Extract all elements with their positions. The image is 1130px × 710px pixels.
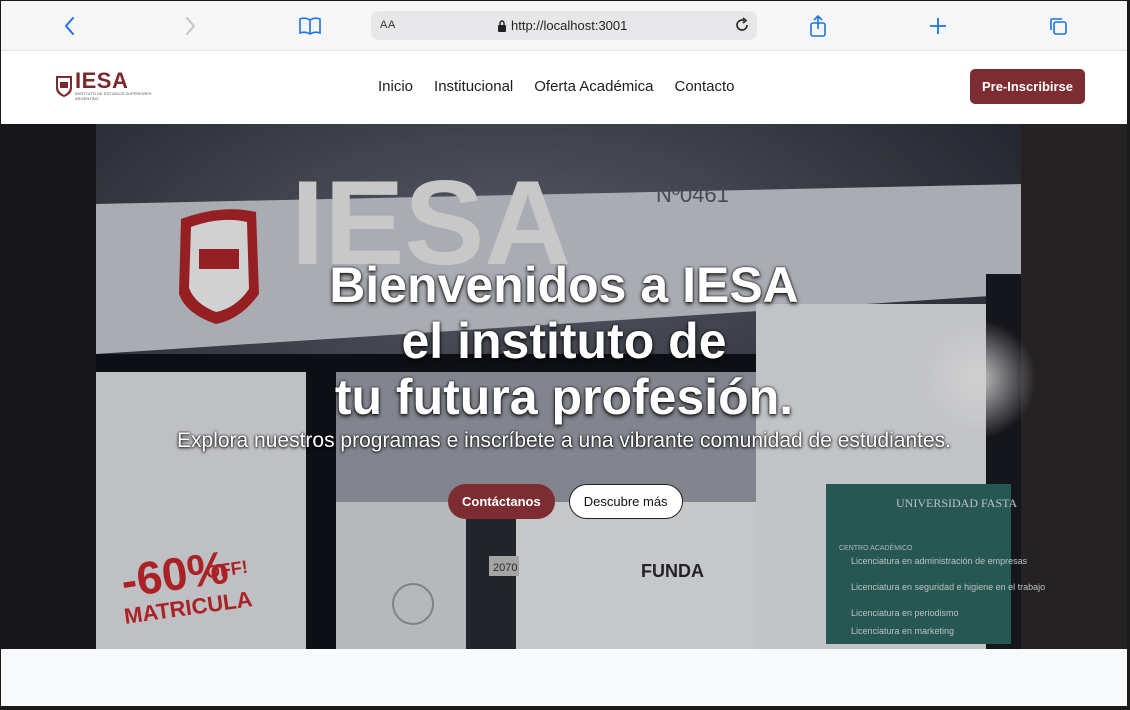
descubre-mas-button[interactable]: Descubre más: [568, 484, 683, 519]
share-icon[interactable]: [805, 13, 831, 39]
hero-section: IESA Nº0461 -60% OFF! MATRICULA 2070 FUN…: [1, 124, 1127, 649]
forward-icon[interactable]: [177, 13, 203, 39]
logo-name: IESA: [75, 68, 129, 93]
site-logo[interactable]: IESA INSTITUTO DE ESTUDIOS SUPERIORES AR…: [55, 68, 155, 101]
pre-inscribirse-button[interactable]: Pre-Inscribirse: [970, 69, 1085, 104]
logo-subtitle: INSTITUTO DE ESTUDIOS SUPERIORES ARGENTI…: [75, 91, 152, 101]
nav-contacto[interactable]: Contacto: [674, 78, 734, 95]
lock-icon: [498, 19, 506, 32]
reload-icon[interactable]: [731, 14, 753, 36]
nav-institucional[interactable]: Institucional: [434, 78, 513, 95]
reader-button[interactable]: AA: [380, 19, 396, 31]
book-icon[interactable]: [297, 13, 323, 39]
contactanos-button[interactable]: Contáctanos: [448, 484, 555, 519]
main-nav: Inicio Institucional Oferta Académica Co…: [378, 78, 735, 95]
url-display[interactable]: http://localhost:3001: [497, 18, 627, 33]
plus-icon[interactable]: [925, 13, 951, 39]
hero-title-line-1: Bienvenidos a IESA: [329, 257, 799, 313]
hero-subtitle: Explora nuestros programas e inscríbete …: [177, 429, 951, 452]
next-section: [1, 649, 1127, 706]
nav-oferta-academica[interactable]: Oferta Académica: [534, 78, 653, 95]
url-text: http://localhost:3001: [511, 18, 628, 33]
browser-toolbar: AA http://localhost:3001: [1, 1, 1127, 51]
hero-title-line-2: el instituto de: [401, 313, 727, 369]
address-bar[interactable]: AA http://localhost:3001: [371, 11, 757, 40]
hero-buttons: Contáctanos Descubre más: [448, 484, 683, 519]
browser-window: AA http://localhost:3001 IESA INSTITUTO …: [1, 1, 1127, 706]
site-header: IESA INSTITUTO DE ESTUDIOS SUPERIORES AR…: [1, 51, 1127, 124]
tabs-icon[interactable]: [1045, 13, 1071, 39]
back-icon[interactable]: [57, 13, 83, 39]
hero-title: Bienvenidos a IESA el instituto de tu fu…: [1, 257, 1127, 425]
nav-inicio[interactable]: Inicio: [378, 78, 413, 95]
hero-title-line-3: tu futura profesión.: [334, 369, 794, 425]
shield-logo-icon: [56, 76, 72, 97]
